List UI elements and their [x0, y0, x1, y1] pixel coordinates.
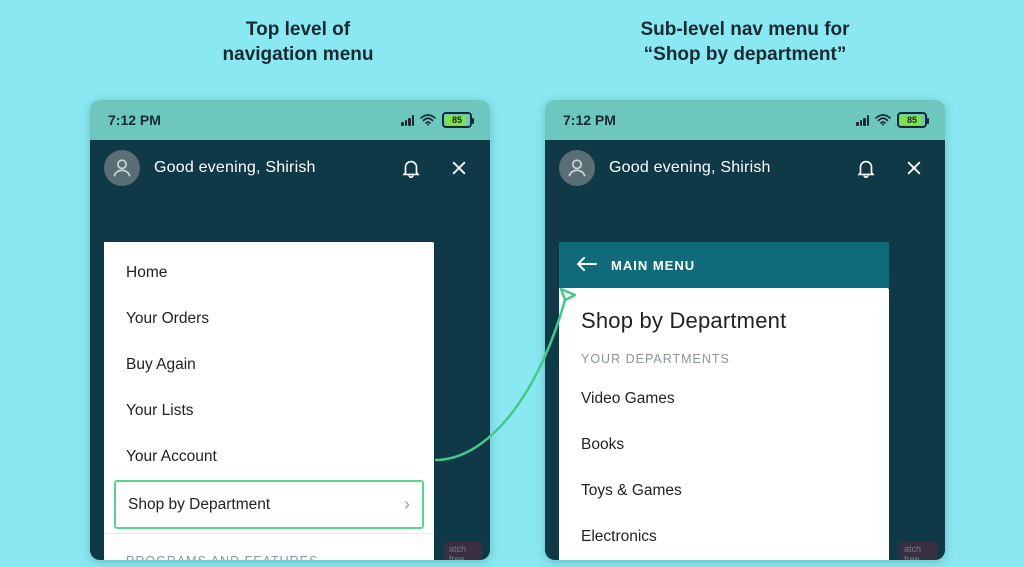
caption-right-line1: Sub-level nav menu for	[640, 19, 849, 40]
close-icon[interactable]	[442, 158, 476, 178]
notifications-icon[interactable]	[394, 157, 428, 179]
nav-header: Good evening, Shirish	[545, 140, 945, 196]
battery-percent: 85	[907, 115, 917, 125]
status-bar: 7:12 PM 85	[90, 100, 490, 140]
ghost-pill: atch free	[899, 542, 937, 560]
status-right-icons: 85	[401, 112, 472, 128]
menu-label: Books	[581, 436, 624, 454]
menu-label: Your Orders	[126, 310, 209, 328]
ghost-pill: atch free	[444, 542, 482, 560]
caption-left-line1: Top level of	[246, 19, 350, 40]
menu-item-shop-by-department[interactable]: Shop by Department ›	[114, 480, 424, 529]
menu-item-your-orders[interactable]: Your Orders	[104, 296, 434, 342]
chevron-right-icon: ›	[404, 494, 410, 515]
background-ghost: atch free	[444, 260, 482, 560]
menu-item-buy-again[interactable]: Buy Again	[104, 342, 434, 388]
menu-label: Shop by Department	[128, 496, 270, 514]
phone-main-menu: 7:12 PM 85 Good evening, Shirish	[90, 100, 490, 560]
main-menu-panel: Home Your Orders Buy Again Your Lists Yo…	[104, 242, 434, 560]
menu-label: Video Games	[581, 390, 675, 408]
section-programs-features: PROGRAMS AND FEATURES	[104, 538, 434, 560]
menu-label: Your Lists	[126, 402, 194, 420]
avatar[interactable]	[104, 150, 140, 186]
avatar[interactable]	[559, 150, 595, 186]
battery-icon: 85	[897, 112, 927, 128]
menu-label: Buy Again	[126, 356, 196, 374]
menu-divider	[104, 533, 434, 534]
dept-item-electronics[interactable]: Electronics	[559, 514, 889, 560]
dept-item-toys-games[interactable]: Toys & Games	[559, 468, 889, 514]
notifications-icon[interactable]	[849, 157, 883, 179]
dept-item-books[interactable]: Books	[559, 422, 889, 468]
nav-header: Good evening, Shirish	[90, 140, 490, 196]
menu-label: Toys & Games	[581, 482, 682, 500]
phone-sub-menu: 7:12 PM 85 Good evening, Shirish	[545, 100, 945, 560]
status-right-icons: 85	[856, 112, 927, 128]
sub-menu-title: Shop by Department	[559, 288, 889, 344]
menu-label: Your Account	[126, 448, 217, 466]
caption-right-line2: “Shop by department”	[644, 44, 847, 65]
app-background: Good evening, Shirish atch free MAIN MEN…	[545, 140, 945, 560]
menu-label: Electronics	[581, 528, 657, 546]
dept-item-video-games[interactable]: Video Games	[559, 376, 889, 422]
status-time: 7:12 PM	[563, 112, 616, 128]
back-label: MAIN MENU	[611, 258, 695, 273]
caption-right: Sub-level nav menu for “Shop by departme…	[600, 18, 890, 67]
menu-item-your-account[interactable]: Your Account	[104, 434, 434, 480]
sub-menu-panel: Shop by Department YOUR DEPARTMENTS Vide…	[559, 288, 889, 560]
signal-icon	[856, 114, 869, 126]
battery-percent: 85	[452, 115, 462, 125]
app-background: Good evening, Shirish atch free Home You…	[90, 140, 490, 560]
menu-item-home[interactable]: Home	[104, 250, 434, 296]
wifi-icon	[875, 114, 891, 126]
status-time: 7:12 PM	[108, 112, 161, 128]
menu-label: Home	[126, 264, 167, 282]
battery-icon: 85	[442, 112, 472, 128]
main-menu-list: Home Your Orders Buy Again Your Lists Yo…	[104, 242, 434, 560]
back-to-main-menu[interactable]: MAIN MENU	[559, 242, 889, 288]
signal-icon	[401, 114, 414, 126]
close-icon[interactable]	[897, 158, 931, 178]
caption-left: Top level of navigation menu	[198, 18, 398, 67]
status-bar: 7:12 PM 85	[545, 100, 945, 140]
background-ghost: atch free	[899, 260, 937, 560]
menu-item-your-lists[interactable]: Your Lists	[104, 388, 434, 434]
section-your-departments: YOUR DEPARTMENTS	[559, 344, 889, 376]
wifi-icon	[420, 114, 436, 126]
caption-left-line2: navigation menu	[223, 44, 374, 65]
greeting-text: Good evening, Shirish	[609, 159, 835, 177]
greeting-text: Good evening, Shirish	[154, 159, 380, 177]
arrow-left-icon	[577, 257, 597, 274]
